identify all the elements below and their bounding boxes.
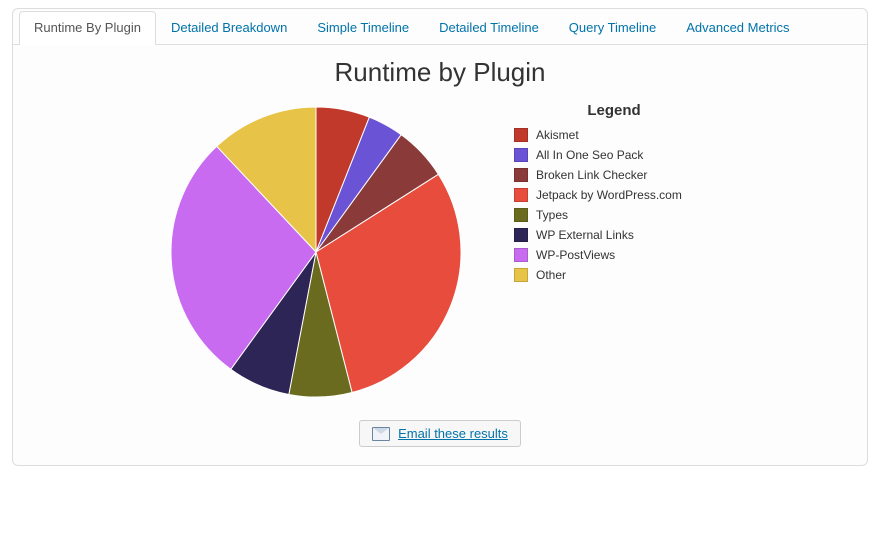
- legend-swatch: [514, 228, 528, 242]
- legend-swatch: [514, 148, 528, 162]
- chart-title: Runtime by Plugin: [21, 57, 859, 88]
- legend-swatch: [514, 168, 528, 182]
- email-results-button[interactable]: Email these results: [359, 420, 521, 447]
- legend-swatch: [514, 188, 528, 202]
- legend-item: Types: [514, 205, 714, 225]
- legend-swatch: [514, 268, 528, 282]
- tab-query-timeline[interactable]: Query Timeline: [554, 11, 671, 44]
- tab-detailed-breakdown[interactable]: Detailed Breakdown: [156, 11, 302, 44]
- legend-label: Other: [536, 268, 566, 282]
- envelope-icon: [372, 427, 390, 441]
- legend-label: Types: [536, 208, 568, 222]
- chart-row: Legend Akismet All In One Seo Pack Broken …: [21, 102, 859, 402]
- results-panel: Runtime By PluginDetailed BreakdownSimpl…: [12, 8, 868, 466]
- legend-label: Broken Link Checker: [536, 168, 647, 182]
- tab-runtime-by-plugin[interactable]: Runtime By Plugin: [19, 11, 156, 45]
- email-results-label: Email these results: [398, 426, 508, 441]
- legend-item: Other: [514, 265, 714, 285]
- pie-chart: [166, 102, 466, 402]
- legend-label: Akismet: [536, 128, 579, 142]
- legend-item: Akismet: [514, 125, 714, 145]
- legend-label: All In One Seo Pack: [536, 148, 643, 162]
- legend-label: WP-PostViews: [536, 248, 615, 262]
- legend-item: Broken Link Checker: [514, 165, 714, 185]
- legend-item: All In One Seo Pack: [514, 145, 714, 165]
- legend-label: Jetpack by WordPress.com: [536, 188, 682, 202]
- legend: Legend Akismet All In One Seo Pack Broken …: [514, 102, 714, 285]
- legend-item: Jetpack by WordPress.com: [514, 185, 714, 205]
- legend-label: WP External Links: [536, 228, 634, 242]
- footer: Email these results: [21, 420, 859, 447]
- tab-advanced-metrics[interactable]: Advanced Metrics: [671, 11, 804, 44]
- tab-bar: Runtime By PluginDetailed BreakdownSimpl…: [13, 9, 867, 45]
- legend-swatch: [514, 128, 528, 142]
- legend-swatch: [514, 248, 528, 262]
- legend-title: Legend: [514, 102, 714, 119]
- legend-swatch: [514, 208, 528, 222]
- tab-simple-timeline[interactable]: Simple Timeline: [302, 11, 424, 44]
- legend-item: WP-PostViews: [514, 245, 714, 265]
- legend-item: WP External Links: [514, 225, 714, 245]
- tab-detailed-timeline[interactable]: Detailed Timeline: [424, 11, 554, 44]
